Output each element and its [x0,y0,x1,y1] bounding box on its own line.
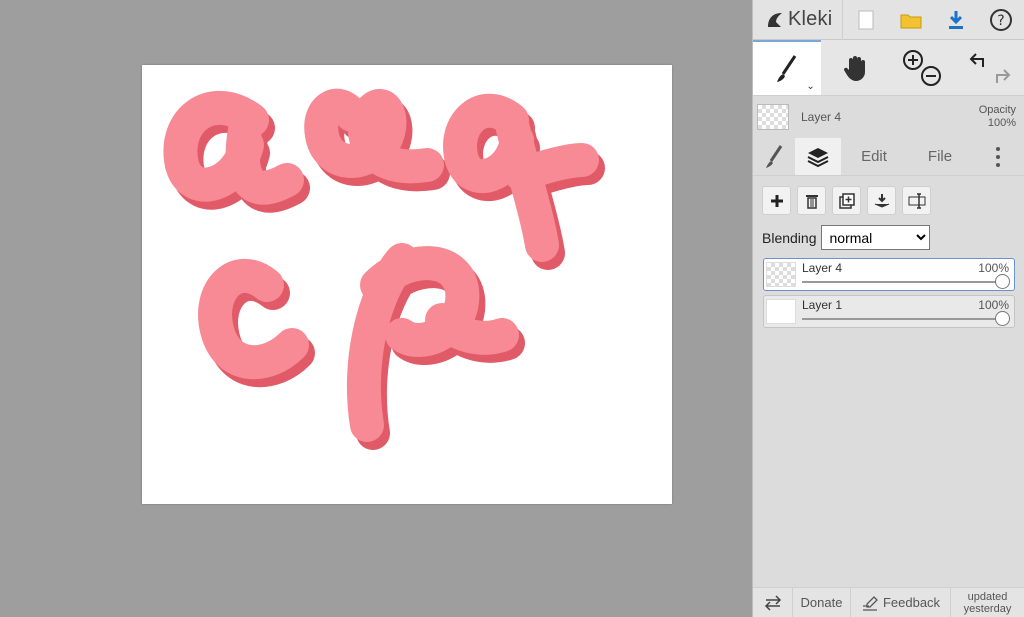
blending-label: Blending [762,229,817,246]
brush-icon [766,144,783,168]
zoom-icon [903,49,942,86]
feedback-label: Feedback [882,595,941,610]
pencil-note-icon [862,595,878,611]
donate-link[interactable]: Donate [793,588,851,617]
tab-layers[interactable] [795,138,841,175]
feedback-link[interactable]: Feedback [851,588,951,617]
side-panel: Kleki ? ⌄ Layer 4 Opacity 100% Edit File… [752,0,1024,617]
undo-redo-icon [969,52,1011,83]
brush-icon [776,54,797,82]
merge-down-icon [874,193,889,208]
layer-opacity: 100% [978,298,1009,312]
canvas-workspace[interactable] [0,0,752,617]
panel-footer: Donate Feedback updated yesterday [753,587,1024,617]
help-button[interactable]: ? [978,0,1023,40]
new-file-button[interactable] [843,0,888,40]
layer-opacity-slider[interactable] [995,311,1010,326]
chevron-down-icon: ⌄ [806,81,815,92]
current-layer-info: Layer 4 Opacity 100% [753,96,1024,138]
duplicate-layer-button[interactable] [832,186,861,215]
hand-icon [843,55,865,81]
duplicate-icon [838,192,855,209]
current-layer-opacity: Opacity 100% [979,104,1020,130]
tool-row: ⌄ [753,40,1024,96]
opacity-value: 100% [987,117,1016,129]
updated-info[interactable]: updated yesterday [951,588,1024,617]
delete-layer-button[interactable] [797,186,826,215]
plus-icon [770,194,783,207]
tab-file[interactable]: File [907,138,973,175]
more-menu-button[interactable] [973,138,1023,175]
new-file-icon [858,10,873,29]
trash-icon [805,194,818,209]
download-button[interactable] [933,0,978,40]
layer-name: Layer 4 [802,261,843,275]
layer-actions [753,176,1024,221]
merge-down-button[interactable] [867,186,896,215]
canvas-artwork [163,88,605,450]
layer-opacity: 100% [978,261,1009,275]
rename-layer-button[interactable] [902,186,931,215]
layer-opacity-slider[interactable] [995,274,1010,289]
rename-icon [908,192,925,209]
swap-arrows-icon [764,594,781,611]
swap-side-button[interactable] [753,588,793,617]
kleki-logo-icon [768,12,782,27]
opacity-label: Opacity [978,104,1016,116]
blending-row: Blending normal [753,221,1024,254]
current-layer-thumbnail [757,104,789,130]
open-file-button[interactable] [888,0,933,40]
layer-item[interactable]: Layer 4 100% [763,258,1015,291]
current-layer-name: Layer 4 [801,110,842,124]
panel-tabs: Edit File [753,138,1024,176]
tab-edit[interactable]: Edit [841,138,907,175]
layer-opacity-track [802,318,1006,320]
layers-icon [807,147,829,167]
undo-redo-tool[interactable] [956,40,1024,95]
tab-brush[interactable] [753,138,795,175]
open-folder-icon [900,14,921,28]
help-icon: ? [989,8,1012,31]
layer-name: Layer 1 [802,298,843,312]
download-icon [948,10,963,29]
layer-thumbnail [766,262,796,287]
layer-opacity-track [802,281,1006,283]
more-vertical-icon [996,146,1000,167]
svg-text:?: ? [997,13,1004,29]
layer-item[interactable]: Layer 1 100% [763,295,1015,328]
add-layer-button[interactable] [762,186,791,215]
drawing-canvas[interactable] [142,65,672,504]
zoom-tool[interactable] [889,40,957,95]
blending-select[interactable]: normal [820,225,930,250]
layer-thumbnail [766,299,796,324]
brush-tool[interactable]: ⌄ [753,40,821,95]
app-name: Kleki [788,8,833,30]
top-bar: Kleki ? [753,0,1024,40]
app-logo[interactable]: Kleki [753,0,843,40]
hand-tool[interactable] [821,40,889,95]
